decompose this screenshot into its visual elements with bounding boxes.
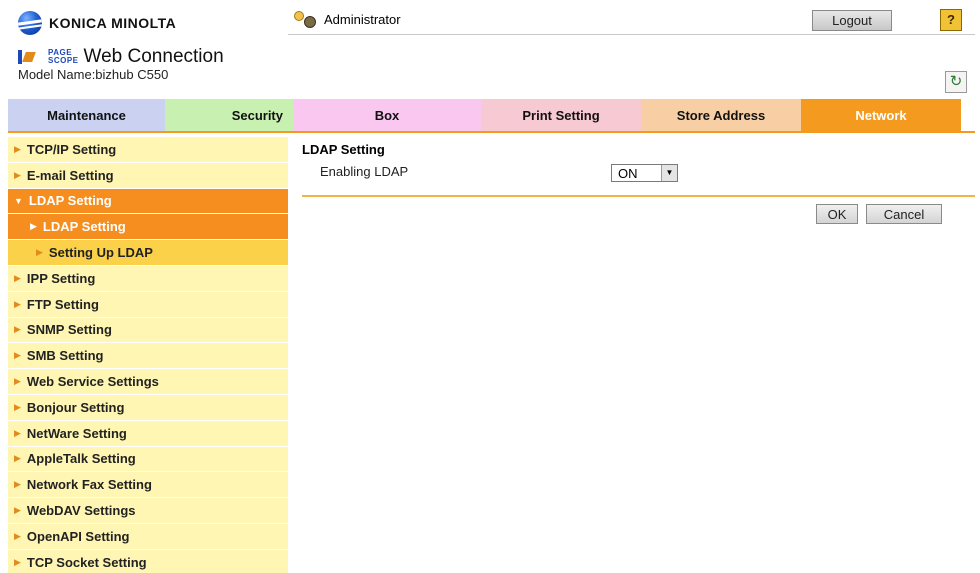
- arrow-right-icon: ▶: [36, 247, 43, 258]
- sidebar-subitem-setting-up-ldap[interactable]: ▶ Setting Up LDAP: [8, 240, 288, 266]
- arrow-right-icon: ▶: [14, 453, 21, 464]
- pagescope-wordmark: PAGE SCOPE: [48, 48, 79, 65]
- tab-security[interactable]: Security: [165, 99, 293, 131]
- sidebar-item-ftp[interactable]: ▶ FTP Setting: [8, 291, 288, 318]
- main-tabs: Maintenance Security Box Print Setting S…: [8, 99, 975, 131]
- enabling-ldap-label: Enabling LDAP: [320, 164, 409, 179]
- tab-network[interactable]: Network: [801, 99, 961, 131]
- arrow-right-icon: ▶: [14, 350, 21, 361]
- product-title: Web Connection: [83, 46, 224, 67]
- enabling-ldap-select[interactable]: ON ▼: [611, 164, 678, 182]
- sidebar-item-tcpip[interactable]: ▶ TCP/IP Setting: [8, 137, 288, 163]
- user-name: Administrator: [324, 12, 401, 27]
- sidebar-item-tcp-socket[interactable]: ▶ TCP Socket Setting: [8, 549, 288, 573]
- brand-name: KONICA MINOLTA: [49, 15, 177, 31]
- arrow-right-icon: ▶: [30, 221, 37, 232]
- sidebar-item-email[interactable]: ▶ E-mail Setting: [8, 162, 288, 189]
- tab-underline: [8, 131, 975, 133]
- brand-logo: KONICA MINOLTA: [18, 10, 176, 36]
- arrow-right-icon: ▶: [14, 505, 21, 516]
- sidebar-item-smb[interactable]: ▶ SMB Setting: [8, 343, 288, 370]
- arrow-right-icon: ▶: [14, 169, 21, 180]
- sidebar-item-ipp[interactable]: ▶ IPP Setting: [8, 265, 288, 292]
- konica-minolta-globe-icon: [18, 11, 42, 35]
- logout-button[interactable]: Logout: [812, 10, 892, 31]
- pagescope-icon: [18, 48, 44, 66]
- tab-store-address[interactable]: Store Address: [641, 99, 801, 131]
- arrow-right-icon: ▶: [14, 479, 21, 490]
- sidebar: ▶ TCP/IP Setting ▶ E-mail Setting ▼ LDAP Se…: [8, 137, 288, 573]
- arrow-right-icon: ▶: [14, 427, 21, 438]
- arrow-right-icon: ▶: [14, 272, 21, 283]
- arrow-right-icon: ▶: [14, 324, 21, 335]
- sidebar-item-openapi[interactable]: ▶ OpenAPI Setting: [8, 523, 288, 550]
- administrator-icon: [294, 11, 318, 29]
- enabling-ldap-value: ON: [618, 165, 638, 181]
- sidebar-item-webdav[interactable]: ▶ WebDAV Settings: [8, 498, 288, 524]
- tab-print-setting[interactable]: Print Setting: [481, 99, 641, 131]
- page-title: LDAP Setting: [302, 142, 385, 157]
- sidebar-subitem-ldap-setting[interactable]: ▶ LDAP Setting: [8, 214, 288, 241]
- chevron-down-icon[interactable]: ▼: [661, 165, 677, 181]
- sidebar-item-netware[interactable]: ▶ NetWare Setting: [8, 420, 288, 447]
- ok-button[interactable]: OK: [816, 204, 858, 224]
- arrow-right-icon: ▶: [14, 298, 21, 309]
- arrow-right-icon: ▶: [14, 376, 21, 387]
- sidebar-item-snmp[interactable]: ▶ SNMP Setting: [8, 317, 288, 344]
- sidebar-item-ldap[interactable]: ▼ LDAP Setting: [8, 188, 288, 215]
- sidebar-item-network-fax[interactable]: ▶ Network Fax Setting: [8, 472, 288, 499]
- arrow-down-icon: ▼: [14, 195, 23, 206]
- help-icon[interactable]: ?: [940, 9, 962, 31]
- tab-box[interactable]: Box: [293, 99, 481, 131]
- tab-maintenance[interactable]: Maintenance: [8, 99, 165, 131]
- pagescope-logo: PAGE SCOPE Web Connection: [18, 46, 224, 68]
- sidebar-item-appletalk[interactable]: ▶ AppleTalk Setting: [8, 446, 288, 473]
- arrow-right-icon: ▶: [14, 401, 21, 412]
- refresh-icon[interactable]: ↻: [945, 71, 967, 93]
- sidebar-item-web-service[interactable]: ▶ Web Service Settings: [8, 369, 288, 395]
- cancel-button[interactable]: Cancel: [866, 204, 942, 224]
- arrow-right-icon: ▶: [14, 143, 21, 154]
- divider: [302, 195, 975, 197]
- model-name: Model Name:bizhub C550: [18, 67, 169, 82]
- user-bar: Administrator Logout ?: [288, 7, 975, 35]
- arrow-right-icon: ▶: [14, 530, 21, 541]
- sidebar-item-bonjour[interactable]: ▶ Bonjour Setting: [8, 394, 288, 421]
- arrow-right-icon: ▶: [14, 556, 21, 567]
